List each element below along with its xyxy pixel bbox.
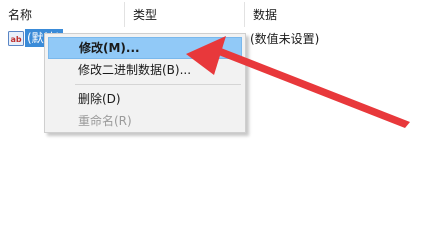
string-value-icon: ab: [8, 31, 24, 46]
column-header-type[interactable]: 类型: [125, 0, 244, 27]
menu-item-modify[interactable]: 修改(M)...: [48, 37, 242, 59]
context-menu: 修改(M)... 修改二进制数据(B)... 删除(D) 重命名(R): [44, 33, 246, 133]
column-header-name[interactable]: 名称: [0, 0, 124, 27]
menu-item-delete[interactable]: 删除(D): [48, 88, 242, 110]
value-data: (数值未设置): [250, 32, 320, 46]
column-header-data[interactable]: 数据: [245, 0, 423, 27]
menu-separator: [75, 84, 241, 85]
svg-text:ab: ab: [10, 35, 21, 44]
menu-item-modify-binary[interactable]: 修改二进制数据(B)...: [48, 59, 242, 81]
menu-item-rename: 重命名(R): [78, 114, 132, 128]
column-header-row: 名称 类型 数据: [0, 0, 423, 27]
registry-editor-pane: 名称 类型 数据 ab (默认) (数值未设置) 修改(M)... 修改二进制数…: [0, 0, 423, 211]
